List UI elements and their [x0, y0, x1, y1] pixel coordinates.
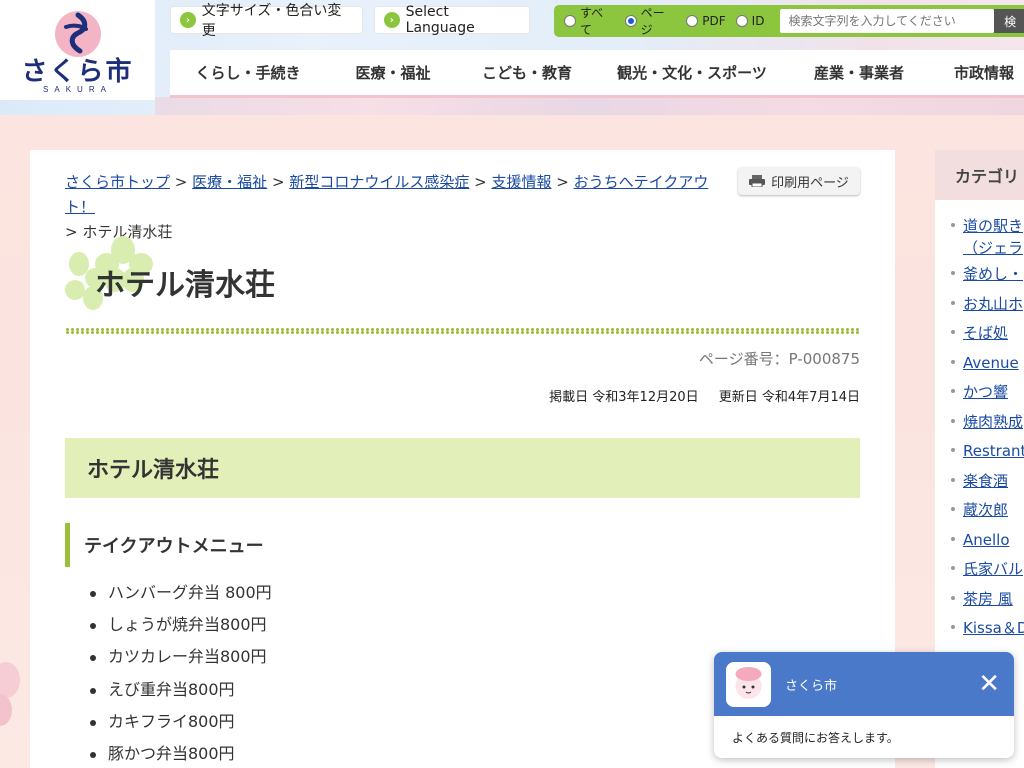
- search-button[interactable]: 検: [994, 9, 1024, 33]
- sidebar-item[interactable]: Restrant: [935, 440, 1024, 470]
- sidebar-item[interactable]: 楽食酒: [935, 470, 1024, 500]
- sidebar-item[interactable]: かつ響: [935, 381, 1024, 411]
- chevron-right-icon: ›: [384, 12, 400, 28]
- page-title: ホテル清水荘: [95, 268, 275, 303]
- sidebar-item[interactable]: 茶房 風: [935, 588, 1024, 618]
- select-language-label: Select Language: [405, 4, 475, 36]
- list-item: しょうが焼弁当800円: [90, 610, 272, 642]
- page-dates: 掲載日 令和3年12月20日 更新日 令和4年7月14日: [533, 386, 860, 405]
- breadcrumb-top[interactable]: さくら市トップ: [65, 173, 170, 191]
- page-number: ページ番号：P-000875: [698, 350, 860, 368]
- sidebar-item[interactable]: Avenue: [935, 352, 1024, 382]
- chat-header: さくら市 ✕: [714, 652, 1014, 716]
- breadcrumb-covid[interactable]: 新型コロナウイルス感染症: [289, 173, 469, 191]
- sidebar-item[interactable]: 蔵次郎: [935, 499, 1024, 529]
- search-scope-id[interactable]: ID: [735, 14, 764, 28]
- gnav-tourism-culture-sports[interactable]: 観光・文化・スポーツ: [594, 62, 790, 83]
- logo-subtext: SAKURA: [43, 84, 112, 94]
- title-area: ホテル清水荘: [65, 232, 860, 334]
- breadcrumb-medical[interactable]: 医療・福祉: [192, 173, 267, 191]
- site-logo[interactable]: さくら市 SAKURA: [0, 0, 155, 100]
- chat-title: さくら市: [785, 678, 838, 694]
- sidebar-item[interactable]: Kissa＆D: [935, 617, 1024, 647]
- search-scope-pdf[interactable]: PDF: [686, 14, 726, 28]
- gnav-children-education[interactable]: こども・教育: [460, 62, 594, 83]
- sidebar-item[interactable]: Anello: [935, 529, 1024, 559]
- list-item: 豚かつ弁当800円: [90, 739, 272, 768]
- select-language-button[interactable]: › Select Language: [374, 4, 530, 36]
- chat-message: よくある質問にお答えします。: [732, 731, 899, 745]
- sidebar-item[interactable]: 釜めし・: [935, 263, 1024, 293]
- sidebar-list: 道の駅き （ジェラ 釜めし・ お丸山ホ そば処 Avenue かつ響 焼肉熟成 R…: [935, 200, 1024, 647]
- published-date: 掲載日 令和3年12月20日: [549, 390, 699, 405]
- sakura-petal-icon: [0, 662, 20, 726]
- print-page-button[interactable]: 印刷用ページ: [738, 167, 860, 195]
- updated-date: 更新日 令和4年7月14日: [718, 390, 860, 405]
- sidebar-item[interactable]: 道の駅き （ジェラ: [935, 215, 1024, 263]
- chevron-right-icon: ›: [180, 12, 196, 28]
- gnav-city-info[interactable]: 市政情報: [928, 62, 1024, 83]
- list-item: カキフライ800円: [90, 707, 272, 739]
- mascot-avatar-icon: [726, 661, 771, 707]
- sidebar-heading: カテゴリ: [935, 150, 1024, 200]
- list-item: えび重弁当800円: [90, 675, 272, 707]
- sidebar-item[interactable]: お丸山ホ: [935, 293, 1024, 323]
- sakura-logo-icon: [54, 10, 101, 57]
- list-item: カツカレー弁当800円: [90, 642, 272, 674]
- sidebar-item[interactable]: そば処: [935, 322, 1024, 352]
- search-area: すべて ページ PDF ID 検: [554, 5, 1024, 37]
- global-navigation: くらし・手続き 医療・福祉 こども・教育 観光・文化・スポーツ 産業・事業者 市…: [170, 50, 1024, 98]
- chat-widget[interactable]: さくら市 ✕ よくある質問にお答えします。: [714, 652, 1014, 758]
- gnav-medical-welfare[interactable]: 医療・福祉: [326, 62, 460, 83]
- text-size-color-label: 文字サイズ・色合い変更: [201, 3, 342, 39]
- print-label: 印刷用ページ: [771, 175, 849, 191]
- printer-icon: [749, 175, 766, 187]
- text-size-color-button[interactable]: › 文字サイズ・色合い変更: [170, 3, 363, 39]
- gnav-living[interactable]: くらし・手続き: [170, 62, 326, 83]
- subsection-heading: テイクアウトメニュー: [65, 523, 860, 567]
- sidebar-item[interactable]: 焼肉熟成: [935, 411, 1024, 441]
- breadcrumb-support[interactable]: 支援情報: [491, 173, 551, 191]
- close-icon[interactable]: ✕: [978, 671, 1000, 697]
- search-input[interactable]: [780, 9, 995, 33]
- search-scope-all[interactable]: すべて: [564, 4, 615, 38]
- title-divider: [65, 328, 860, 334]
- logo-text: さくら市: [21, 56, 134, 87]
- sidebar-item[interactable]: 氏家バル: [935, 558, 1024, 588]
- gnav-industry-business[interactable]: 産業・事業者: [790, 62, 928, 83]
- search-scope-page[interactable]: ページ: [624, 4, 677, 38]
- list-item: ハンバーグ弁当 800円: [90, 578, 272, 610]
- section-heading: ホテル清水荘: [65, 438, 860, 498]
- takeout-menu-list: ハンバーグ弁当 800円 しょうが焼弁当800円 カツカレー弁当800円 えび重…: [90, 578, 272, 768]
